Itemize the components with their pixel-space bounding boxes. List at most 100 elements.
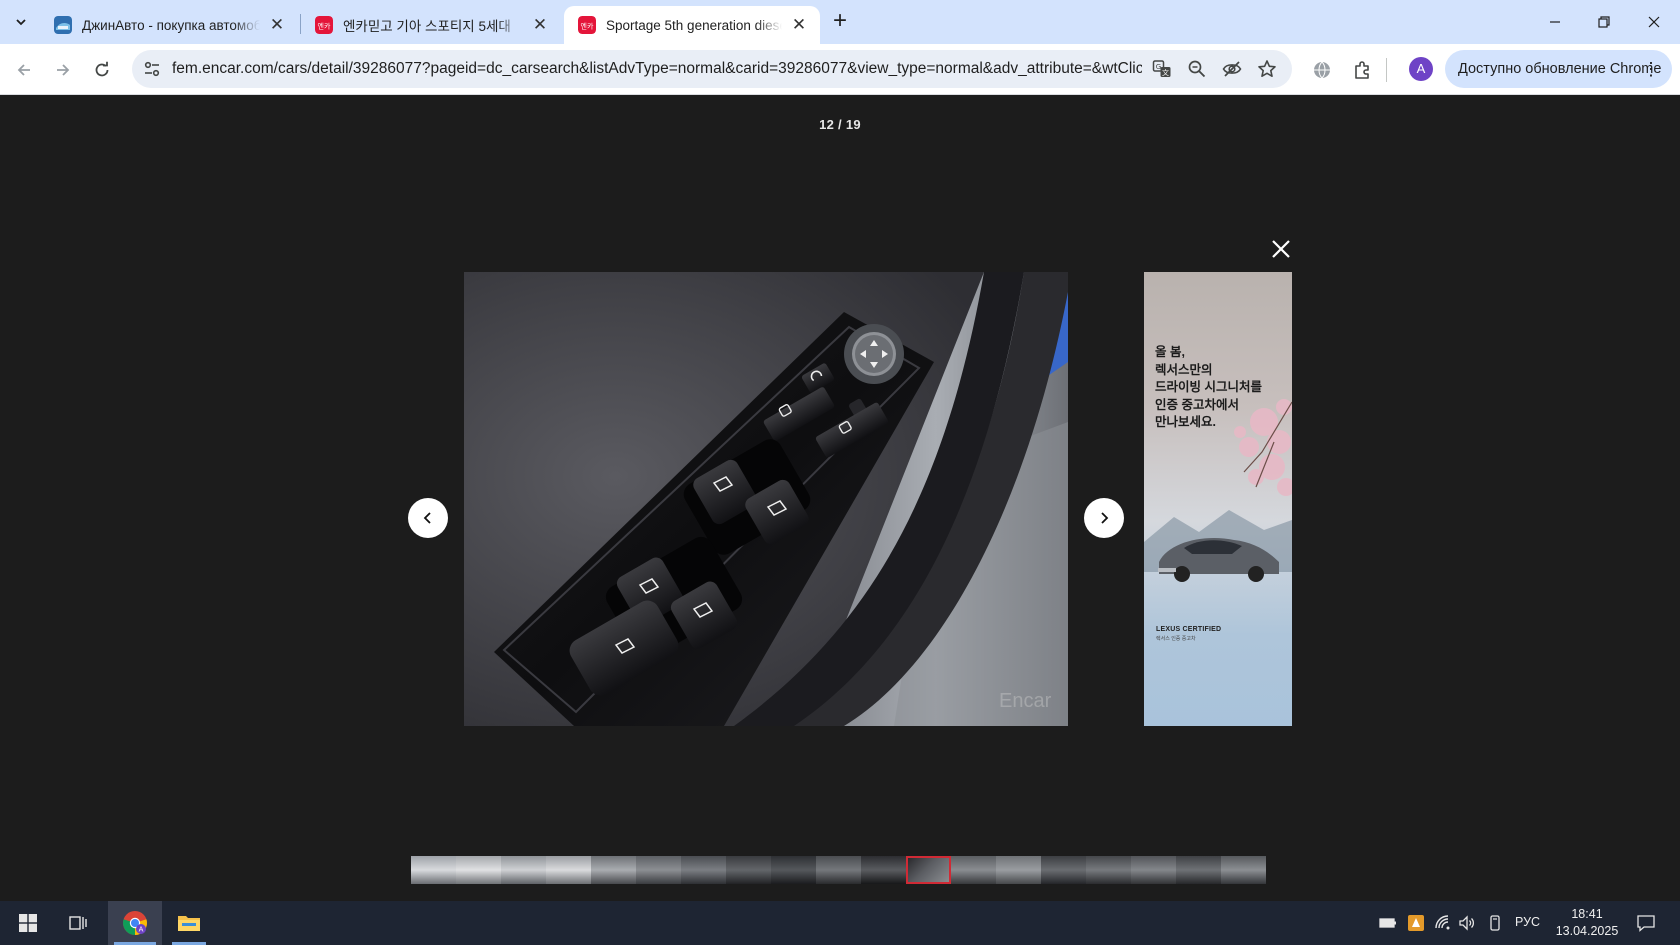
thumbnail[interactable] bbox=[726, 856, 771, 884]
taskbar-chrome[interactable]: A bbox=[108, 901, 162, 945]
translate-icon[interactable]: G文 bbox=[1152, 59, 1172, 79]
chrome-update-button[interactable]: Доступно обновление Chrome ⋮ bbox=[1445, 50, 1672, 88]
thumbnail[interactable] bbox=[861, 856, 906, 884]
thumbnail[interactable] bbox=[681, 856, 726, 884]
usb-device-icon[interactable] bbox=[1486, 914, 1504, 932]
tab-sportage-active[interactable]: 엔카 Sportage 5th generation diesel ✕ bbox=[564, 6, 820, 44]
volume-icon[interactable] bbox=[1458, 914, 1476, 932]
lexus-advertisement[interactable]: 올 봄, 렉서스만의 드라이빙 시그니처를 인증 중고차에서 만나보세요. LE… bbox=[1144, 272, 1292, 726]
photo-counter-text: 12 / 19 bbox=[819, 117, 861, 132]
clock-time: 18:41 bbox=[1571, 907, 1603, 921]
tab-encar-list[interactable]: 엔카 엔카믿고 기아 스포티지 5세대 ✕ bbox=[301, 6, 561, 44]
minimize-button[interactable] bbox=[1532, 8, 1578, 36]
forward-button[interactable] bbox=[49, 56, 77, 84]
thumbnail[interactable] bbox=[1086, 856, 1131, 884]
toolbar-divider bbox=[1386, 58, 1387, 82]
minimize-icon bbox=[1550, 21, 1560, 23]
thumbnail[interactable] bbox=[951, 856, 996, 884]
task-view-icon bbox=[69, 916, 87, 930]
thumbnail[interactable] bbox=[591, 856, 636, 884]
thumbnail-strip bbox=[411, 856, 1269, 884]
system-clock[interactable]: 18:41 13.04.2025 bbox=[1552, 906, 1622, 940]
bookmark-star-icon[interactable] bbox=[1257, 59, 1277, 79]
restore-button[interactable] bbox=[1581, 8, 1627, 36]
tab-title: ДжинАвто - покупка автомобиля bbox=[82, 17, 260, 33]
photo-viewer: 12 / 19 Encar 올 봄, 렉서스만의 드라이빙 시그니처를 인증 중… bbox=[0, 95, 1680, 901]
thumbnail[interactable] bbox=[996, 856, 1041, 884]
close-tab-icon[interactable]: ✕ bbox=[790, 16, 808, 34]
tab-search-button[interactable] bbox=[8, 9, 34, 35]
browser-toolbar: fem.encar.com/cars/detail/39286077?pagei… bbox=[0, 44, 1680, 95]
ad-headline: 올 봄, 렉서스만의 드라이빙 시그니처를 인증 중고차에서 만나보세요. bbox=[1155, 345, 1262, 429]
thumbnail[interactable] bbox=[411, 856, 456, 884]
encar-favicon: 엔카 bbox=[578, 16, 596, 34]
eye-slash-icon[interactable] bbox=[1222, 59, 1242, 79]
ad-brand-sub: 렉서스 인증 중고차 bbox=[1156, 636, 1196, 642]
restore-icon bbox=[1598, 16, 1610, 28]
door-switch-panel-image: Encar bbox=[464, 272, 1068, 726]
input-language[interactable]: РУС bbox=[1515, 915, 1540, 929]
taskbar-file-explorer[interactable] bbox=[166, 901, 212, 945]
close-tab-icon[interactable]: ✕ bbox=[531, 16, 549, 34]
main-car-photo: Encar bbox=[464, 272, 1068, 726]
thumbnail[interactable] bbox=[816, 856, 861, 884]
ad-artwork bbox=[1144, 399, 1292, 582]
puzzle-icon bbox=[1355, 61, 1369, 79]
thumbnail[interactable] bbox=[1131, 856, 1176, 884]
address-bar[interactable]: fem.encar.com/cars/detail/39286077?pagei… bbox=[132, 50, 1292, 88]
task-view-button[interactable] bbox=[56, 901, 100, 945]
jinauto-favicon bbox=[54, 16, 72, 34]
thumbnail[interactable] bbox=[636, 856, 681, 884]
close-icon bbox=[1648, 16, 1660, 28]
thumbnail[interactable] bbox=[546, 856, 591, 884]
new-tab-button[interactable]: + bbox=[828, 9, 852, 34]
svg-text:엔카: 엔카 bbox=[318, 22, 331, 31]
chrome-icon: A bbox=[123, 911, 147, 935]
next-photo-button[interactable] bbox=[1084, 498, 1124, 538]
clock-date: 13.04.2025 bbox=[1555, 924, 1619, 938]
svg-text:A: A bbox=[139, 926, 144, 934]
site-settings-icon[interactable] bbox=[142, 59, 162, 79]
app-tray-icon[interactable] bbox=[1407, 914, 1425, 932]
chevron-right-icon bbox=[1101, 512, 1109, 524]
battery-tray-icon[interactable] bbox=[1379, 914, 1397, 932]
thumbnail[interactable] bbox=[1176, 856, 1221, 884]
start-button[interactable] bbox=[6, 901, 50, 945]
notifications-icon[interactable] bbox=[1636, 913, 1656, 933]
close-tab-icon[interactable]: ✕ bbox=[268, 16, 286, 34]
extension-globe-button[interactable] bbox=[1308, 56, 1336, 84]
thumbnail[interactable] bbox=[501, 856, 546, 884]
thumbnail-current[interactable] bbox=[906, 856, 951, 884]
extensions-button[interactable] bbox=[1348, 56, 1376, 84]
wifi-icon[interactable] bbox=[1434, 914, 1452, 932]
tab-title: Sportage 5th generation diesel bbox=[606, 17, 782, 33]
svg-text:G: G bbox=[1156, 63, 1161, 71]
thumbnail[interactable] bbox=[456, 856, 501, 884]
windows-taskbar: A РУС 18:41 13.04.2025 bbox=[0, 901, 1680, 945]
menu-dots-icon[interactable]: ⋮ bbox=[1642, 50, 1660, 88]
folder-icon bbox=[178, 916, 200, 931]
thumbnail[interactable] bbox=[1221, 856, 1266, 884]
globe-icon bbox=[1314, 61, 1330, 79]
chevron-left-icon bbox=[423, 512, 431, 524]
photo-counter: 12 / 19 bbox=[0, 117, 1680, 132]
thumbnail[interactable] bbox=[771, 856, 816, 884]
arrow-right-icon bbox=[57, 64, 70, 76]
close-viewer-icon[interactable] bbox=[1270, 238, 1292, 260]
close-window-button[interactable] bbox=[1631, 8, 1677, 36]
update-label: Доступно обновление Chrome bbox=[1458, 61, 1662, 77]
zoom-icon[interactable] bbox=[1187, 59, 1207, 79]
profile-avatar[interactable]: A bbox=[1409, 57, 1433, 81]
url-text[interactable]: fem.encar.com/cars/detail/39286077?pagei… bbox=[172, 60, 1142, 78]
svg-text:文: 文 bbox=[1162, 68, 1169, 77]
back-button[interactable] bbox=[10, 56, 38, 84]
windows-logo-icon bbox=[19, 914, 37, 932]
thumbnail[interactable] bbox=[1041, 856, 1086, 884]
svg-text:엔카: 엔카 bbox=[581, 22, 594, 31]
reload-button[interactable] bbox=[88, 56, 116, 84]
tab-jinauto[interactable]: ДжинАвто - покупка автомобиля ✕ bbox=[40, 6, 298, 44]
tab-title: 엔카믿고 기아 스포티지 5세대 bbox=[343, 19, 511, 34]
reload-icon bbox=[95, 61, 109, 77]
chevron-down-icon bbox=[16, 19, 26, 26]
previous-photo-button[interactable] bbox=[408, 498, 448, 538]
